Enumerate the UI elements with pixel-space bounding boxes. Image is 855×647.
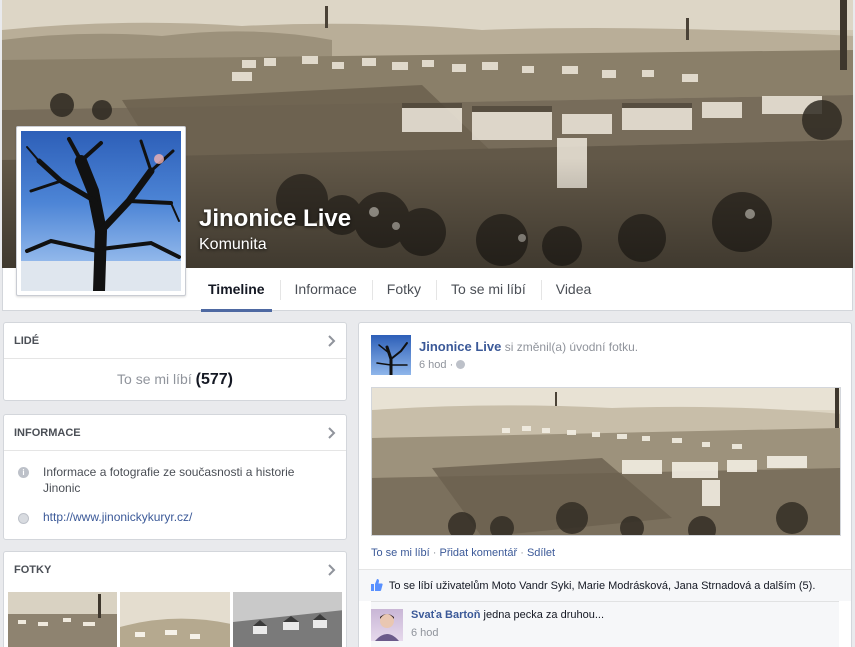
share-link[interactable]: Sdílet (527, 547, 555, 559)
page-tabs: Timeline Informace Fotky To se mi líbí V… (193, 268, 607, 312)
tab-videa[interactable]: Videa (540, 268, 607, 311)
info-icon: i (18, 467, 29, 478)
people-card-header[interactable]: LIDÉ (4, 323, 346, 359)
globe-icon[interactable] (456, 360, 466, 369)
people-card-title: LIDÉ (14, 335, 40, 347)
comment-link[interactable]: Přidat komentář (439, 547, 517, 559)
post-timestamp[interactable]: 6 hod (419, 359, 447, 371)
photos-card-header[interactable]: FOTKY (4, 552, 346, 588)
profile-picture[interactable] (16, 126, 186, 296)
post-actions: To se mi líbí · Přidat komentář · Sdílet (371, 547, 556, 559)
tab-timeline[interactable]: Timeline (193, 268, 280, 312)
people-card: LIDÉ To se mi líbí (577) (3, 322, 347, 401)
tab-likes[interactable]: To se mi líbí (436, 268, 541, 311)
about-card: INFORMACE i Informace a fotografie ze so… (3, 414, 347, 540)
post-header: Jinonice Live si změnil(a) úvodní fotku.… (371, 335, 638, 375)
page-name[interactable]: Jinonice Live (199, 205, 351, 233)
commenter-avatar[interactable] (371, 609, 403, 641)
about-description: Informace a fotografie ze současnosti a … (43, 465, 295, 495)
photos-strip (4, 588, 346, 647)
post-comment: Svaťa Bartoň jedna pecka za druhou... 6 … (371, 601, 839, 647)
likes-count: (577) (195, 371, 233, 388)
post-meta: Jinonice Live si změnil(a) úvodní fotku.… (419, 339, 638, 375)
page-category[interactable]: Komunita (199, 236, 267, 254)
chevron-right-icon[interactable] (328, 335, 336, 347)
about-card-header[interactable]: INFORMACE (4, 415, 346, 451)
post-cover-photo[interactable] (371, 387, 841, 536)
likes-text[interactable]: To se líbí uživatelům Moto Vandr Syki, M… (389, 580, 816, 592)
post-author[interactable]: Jinonice Live (419, 339, 501, 354)
tree-image (21, 137, 181, 291)
like-link[interactable]: To se mi líbí (371, 547, 430, 559)
likes-summary[interactable]: To se mi líbí (577) (4, 359, 346, 389)
photo-thumbnail[interactable] (120, 592, 230, 647)
website-link[interactable]: http://www.jinonickykuryr.cz/ (43, 510, 192, 524)
comment-text: jedna pecka za druhou... (483, 609, 605, 621)
timeline-post: Jinonice Live si změnil(a) úvodní fotku.… (358, 322, 852, 647)
tab-informace[interactable]: Informace (279, 268, 372, 311)
about-description-row: i Informace a fotografie ze současnosti … (4, 464, 346, 496)
tab-fotky[interactable]: Fotky (371, 268, 436, 311)
comment-author[interactable]: Svaťa Bartoň (411, 609, 480, 621)
photos-card: FOTKY (3, 551, 347, 647)
post-action-text: si změnil(a) úvodní fotku. (504, 340, 639, 354)
comment-timestamp[interactable]: 6 hod (411, 627, 604, 639)
about-card-title: INFORMACE (14, 427, 81, 439)
globe-icon (18, 513, 29, 524)
photo-thumbnail[interactable] (8, 592, 118, 647)
about-website-row: http://www.jinonickykuryr.cz/ (4, 510, 346, 524)
photos-card-title: FOTKY (14, 564, 52, 576)
photo-thumbnail[interactable] (232, 592, 342, 647)
post-likes-bar: To se líbí uživatelům Moto Vandr Syki, M… (359, 569, 851, 601)
chevron-right-icon[interactable] (328, 564, 336, 576)
post-timestamp-row: 6 hod · (419, 359, 638, 371)
comment-body: Svaťa Bartoň jedna pecka za druhou... 6 … (411, 609, 604, 639)
post-author-avatar[interactable] (371, 335, 411, 375)
chevron-right-icon[interactable] (328, 427, 336, 439)
likes-label: To se mi líbí (117, 371, 192, 387)
thumbs-up-icon (371, 579, 383, 591)
